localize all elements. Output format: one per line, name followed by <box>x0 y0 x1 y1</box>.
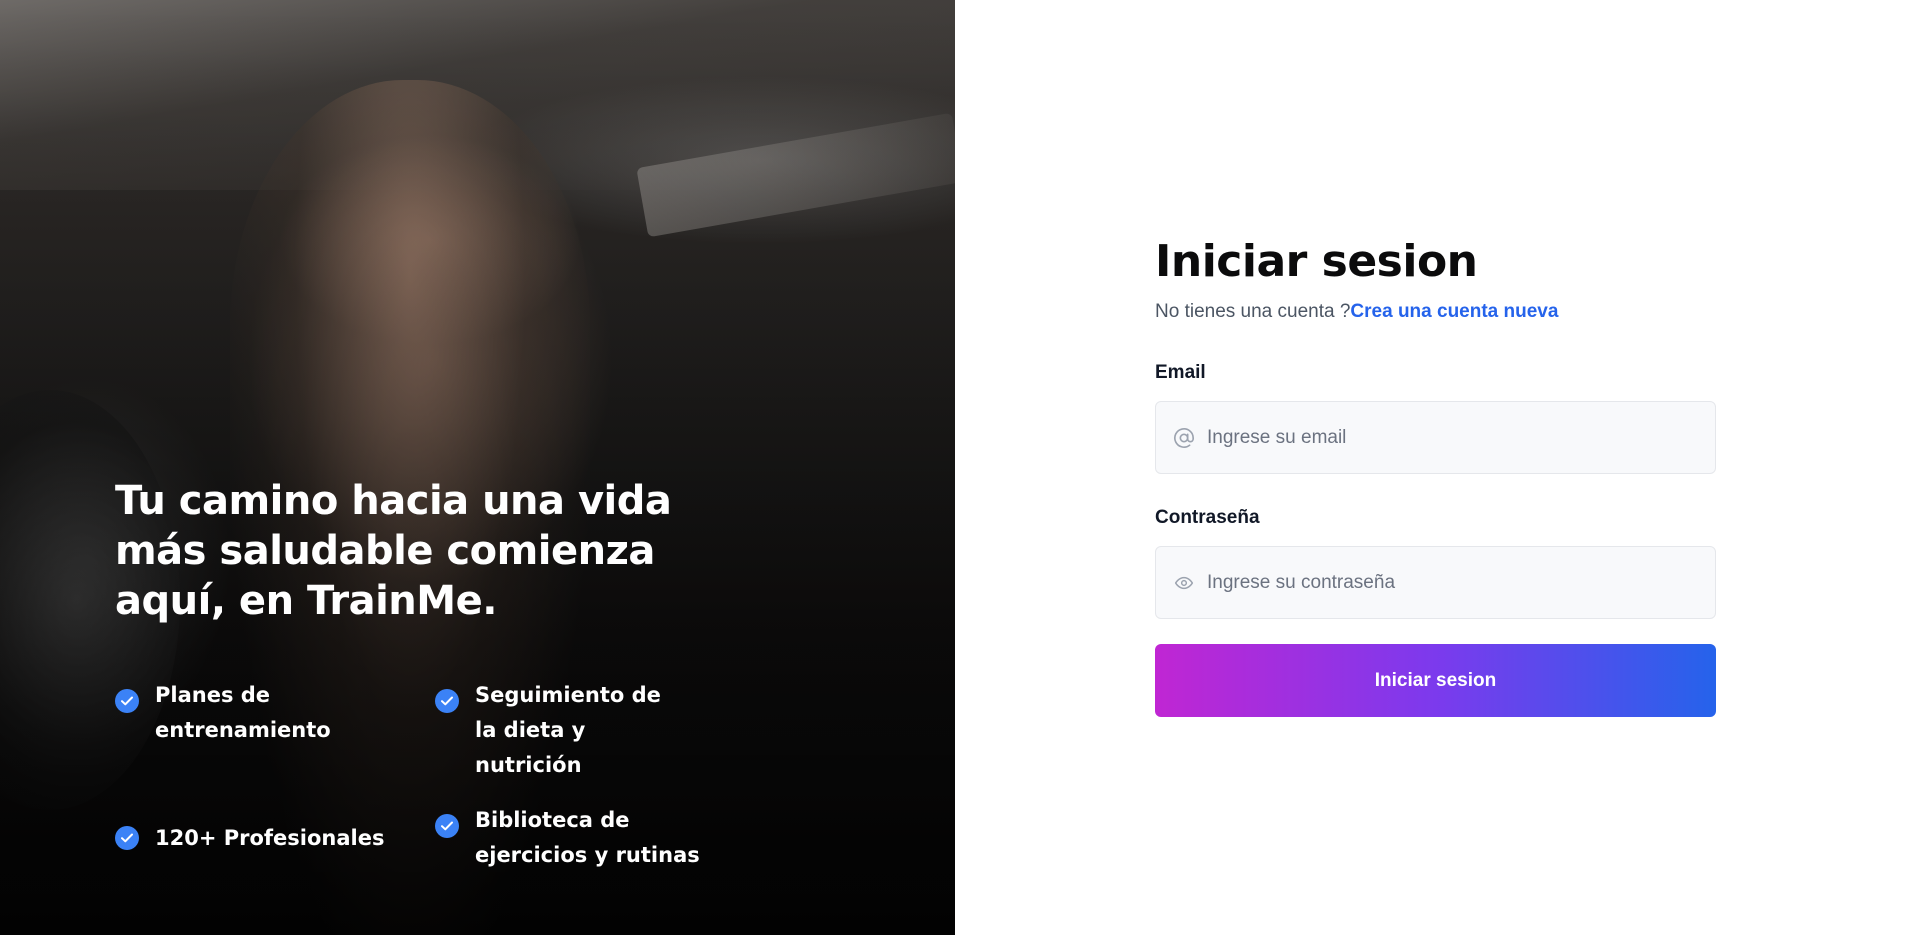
check-circle-icon <box>435 814 459 838</box>
check-circle-icon <box>115 689 139 713</box>
password-input[interactable] <box>1156 547 1715 618</box>
email-label: Email <box>1155 362 1206 383</box>
login-submit-button[interactable]: Iniciar sesion <box>1155 644 1716 717</box>
signup-prompt: No tienes una cuenta ?Crea una cuenta nu… <box>1155 299 1716 325</box>
feature-label: Biblioteca de ejercicios y rutinas <box>475 808 700 867</box>
check-circle-icon <box>435 689 459 713</box>
login-panel: Iniciar sesion No tienes una cuenta ?Cre… <box>955 0 1909 935</box>
hero-panel: Tu camino hacia una vida más saludable c… <box>0 0 955 935</box>
password-label: Contraseña <box>1155 507 1260 528</box>
feature-item: 120+ Profesionales <box>115 803 435 873</box>
password-field-wrapper <box>1155 546 1716 619</box>
feature-item: Planes de entrenamiento <box>115 678 435 783</box>
feature-item: Biblioteca de ejercicios y rutinas <box>435 803 755 873</box>
feature-label: Planes de entrenamiento <box>155 683 331 742</box>
feature-label: Seguimiento de la dieta y nutrición <box>475 683 661 777</box>
check-circle-icon <box>115 826 139 850</box>
page-title: Iniciar sesion <box>1155 236 1478 287</box>
feature-label: 120+ Profesionales <box>155 826 385 850</box>
hero-content: Tu camino hacia una vida más saludable c… <box>115 476 755 873</box>
login-form: Iniciar sesion No tienes una cuenta ?Cre… <box>1155 235 1716 717</box>
email-field-wrapper <box>1155 401 1716 474</box>
no-account-text: No tienes una cuenta ? <box>1155 301 1351 322</box>
eye-icon[interactable] <box>1172 571 1196 595</box>
login-page: Tu camino hacia una vida más saludable c… <box>0 0 1909 935</box>
at-sign-icon <box>1172 426 1196 450</box>
email-input[interactable] <box>1156 402 1715 473</box>
feature-item: Seguimiento de la dieta y nutrición <box>435 678 755 783</box>
create-account-link[interactable]: Crea una cuenta nueva <box>1350 301 1558 322</box>
feature-list: Planes de entrenamiento Seguimiento de l… <box>115 678 755 873</box>
hero-headline: Tu camino hacia una vida más saludable c… <box>115 478 672 624</box>
